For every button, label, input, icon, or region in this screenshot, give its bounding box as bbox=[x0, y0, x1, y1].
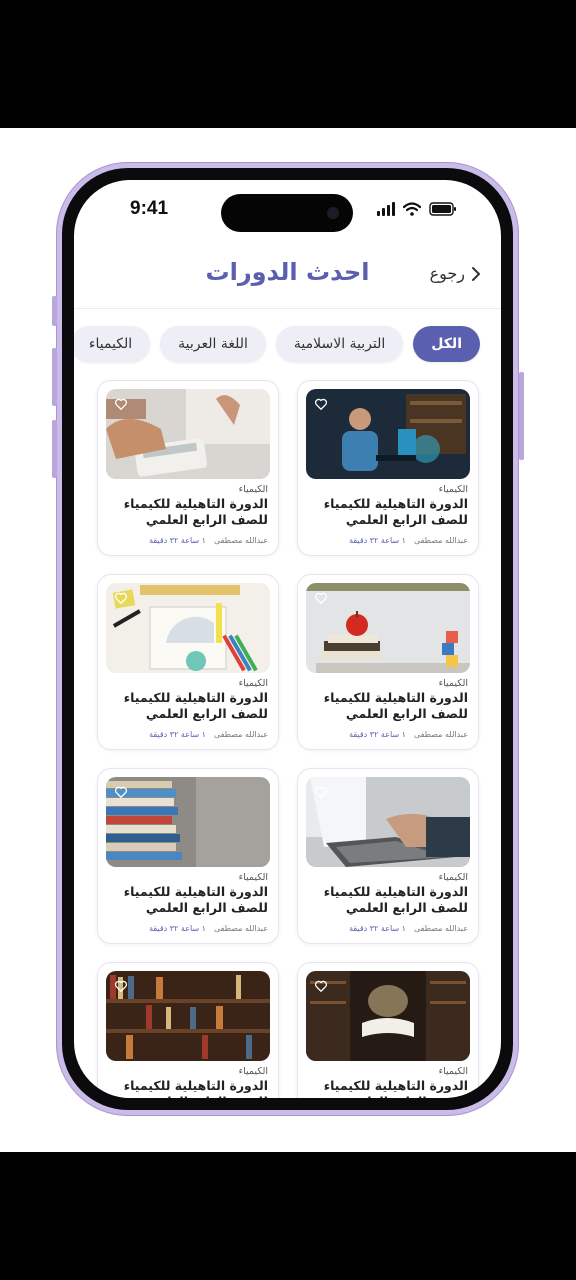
category-chip[interactable]: اللغة العربية bbox=[160, 326, 266, 362]
volume-down-button bbox=[52, 420, 57, 478]
favorite-heart-icon[interactable] bbox=[314, 396, 328, 410]
course-thumbnail bbox=[106, 777, 270, 867]
top-bar: احدث الدورات رجوع bbox=[74, 250, 501, 309]
course-author: عبدالله مصطفى bbox=[213, 536, 268, 545]
course-category: الكيمياء bbox=[438, 1066, 468, 1077]
course-author: عبدالله مصطفى bbox=[213, 730, 268, 739]
dynamic-island bbox=[221, 194, 353, 232]
favorite-heart-icon[interactable] bbox=[114, 396, 128, 410]
course-card[interactable]: الكيمياءالدورة التاهيلية للكيمياء للصف ا… bbox=[97, 380, 279, 556]
chevron-right-icon bbox=[472, 266, 480, 281]
course-card[interactable]: الكيمياءالدورة التاهيلية للكيمياء للصف ا… bbox=[297, 768, 479, 944]
course-meta: عبدالله مصطفى ١ ساعة ٣٢ دقيقة bbox=[149, 536, 268, 545]
course-author: عبدالله مصطفى bbox=[413, 730, 468, 739]
course-duration: ١ ساعة ٣٢ دقيقة bbox=[349, 730, 406, 739]
course-author: عبدالله مصطفى bbox=[413, 536, 468, 545]
course-card[interactable]: الكيمياءالدورة التاهيلية للكيمياء للصف ا… bbox=[297, 962, 479, 1098]
course-card[interactable]: الكيمياءالدورة التاهيلية للكيمياء للصف ا… bbox=[97, 768, 279, 944]
course-meta: عبدالله مصطفى ١ ساعة ٣٢ دقيقة bbox=[349, 924, 468, 933]
course-meta: عبدالله مصطفى ١ ساعة ٣٢ دقيقة bbox=[149, 730, 268, 739]
volume-up-button bbox=[52, 348, 57, 406]
course-card[interactable]: الكيمياءالدورة التاهيلية للكيمياء للصف ا… bbox=[97, 962, 279, 1098]
course-author: عبدالله مصطفى bbox=[413, 924, 468, 933]
mute-switch bbox=[52, 296, 57, 326]
course-title: الدورة التاهيلية للكيمياء للصف الرابع ال… bbox=[323, 1078, 468, 1098]
course-category: الكيمياء bbox=[238, 1066, 268, 1077]
wifi-icon bbox=[403, 202, 421, 216]
course-title: الدورة التاهيلية للكيمياء للصف الرابع ال… bbox=[123, 690, 268, 721]
course-thumbnail bbox=[306, 777, 470, 867]
cellular-signal-icon bbox=[377, 202, 395, 216]
course-thumbnail bbox=[306, 583, 470, 673]
course-thumbnail bbox=[106, 583, 270, 673]
course-author: عبدالله مصطفى bbox=[213, 924, 268, 933]
course-duration: ١ ساعة ٣٢ دقيقة bbox=[149, 536, 206, 545]
course-card[interactable]: الكيمياءالدورة التاهيلية للكيمياء للصف ا… bbox=[97, 574, 279, 750]
power-button bbox=[519, 372, 524, 460]
category-chip[interactable]: الكيمياء bbox=[74, 326, 151, 362]
course-title: الدورة التاهيلية للكيمياء للصف الرابع ال… bbox=[123, 496, 268, 527]
course-duration: ١ ساعة ٣٢ دقيقة bbox=[149, 924, 206, 933]
category-chip[interactable]: الكل bbox=[413, 326, 480, 362]
course-category: الكيمياء bbox=[438, 484, 468, 495]
status-time: 9:41 bbox=[130, 198, 169, 219]
course-duration: ١ ساعة ٣٢ دقيقة bbox=[149, 730, 206, 739]
course-title: الدورة التاهيلية للكيمياء للصف الرابع ال… bbox=[323, 884, 468, 915]
course-meta: عبدالله مصطفى ١ ساعة ٣٢ دقيقة bbox=[149, 924, 268, 933]
course-title: الدورة التاهيلية للكيمياء للصف الرابع ال… bbox=[323, 496, 468, 527]
course-thumbnail bbox=[106, 389, 270, 479]
favorite-heart-icon[interactable] bbox=[114, 784, 128, 798]
course-title: الدورة التاهيلية للكيمياء للصف الرابع ال… bbox=[123, 884, 268, 915]
course-category: الكيمياء bbox=[238, 484, 268, 495]
favorite-heart-icon[interactable] bbox=[114, 590, 128, 604]
course-meta: عبدالله مصطفى ١ ساعة ٣٢ دقيقة bbox=[349, 730, 468, 739]
course-duration: ١ ساعة ٣٢ دقيقة bbox=[349, 536, 406, 545]
course-category: الكيمياء bbox=[238, 872, 268, 883]
category-tabs: الكل التربية الاسلامية اللغة العربية الكيمي… bbox=[74, 326, 480, 362]
course-card[interactable]: الكيمياءالدورة التاهيلية للكيمياء للصف ا… bbox=[297, 574, 479, 750]
course-category: الكيمياء bbox=[238, 678, 268, 689]
status-icons bbox=[377, 202, 457, 216]
course-thumbnail bbox=[306, 389, 470, 479]
favorite-heart-icon[interactable] bbox=[314, 978, 328, 992]
course-category: الكيمياء bbox=[438, 678, 468, 689]
back-label: رجوع bbox=[429, 264, 465, 283]
app-screen: 9:41 احدث الدورات رجوع الكل التربية الاسل… bbox=[74, 180, 501, 1098]
favorite-heart-icon[interactable] bbox=[114, 978, 128, 992]
category-chip[interactable]: التربية الاسلامية bbox=[275, 326, 404, 362]
course-category: الكيمياء bbox=[438, 872, 468, 883]
favorite-heart-icon[interactable] bbox=[314, 784, 328, 798]
course-title: الدورة التاهيلية للكيمياء للصف الرابع ال… bbox=[123, 1078, 268, 1098]
course-thumbnail bbox=[106, 971, 270, 1061]
course-thumbnail bbox=[306, 971, 470, 1061]
camera-icon bbox=[327, 207, 339, 219]
course-title: الدورة التاهيلية للكيمياء للصف الرابع ال… bbox=[323, 690, 468, 721]
favorite-heart-icon[interactable] bbox=[314, 590, 328, 604]
course-card[interactable]: الكيمياءالدورة التاهيلية للكيمياء للصف ا… bbox=[297, 380, 479, 556]
course-meta: عبدالله مصطفى ١ ساعة ٣٢ دقيقة bbox=[349, 536, 468, 545]
battery-icon bbox=[429, 202, 456, 216]
course-duration: ١ ساعة ٣٢ دقيقة bbox=[349, 924, 406, 933]
back-button[interactable]: رجوع bbox=[430, 264, 481, 283]
